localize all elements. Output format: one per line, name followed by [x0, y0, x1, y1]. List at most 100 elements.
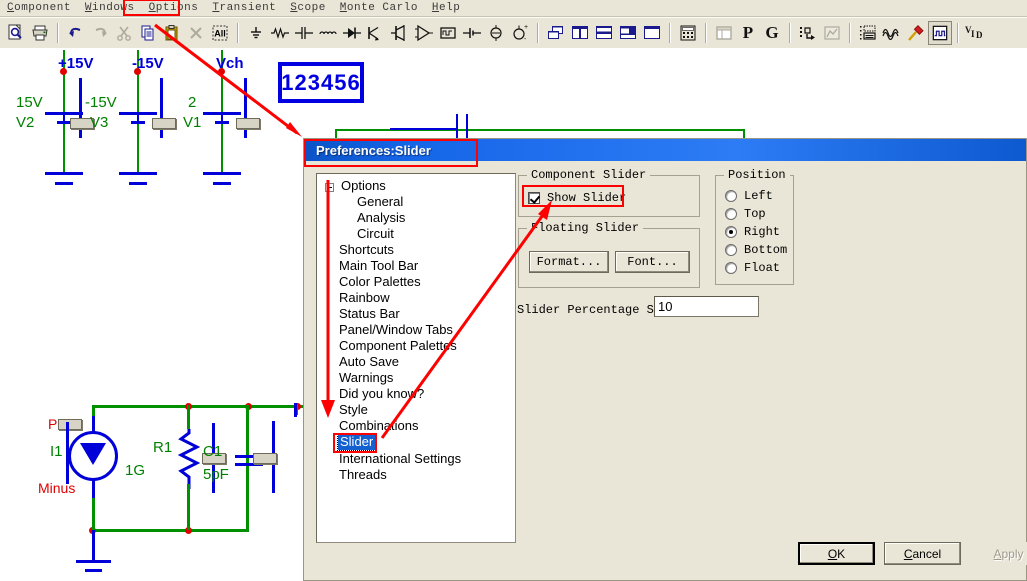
calculator-icon[interactable]: [676, 21, 700, 45]
tree-item-status-bar[interactable]: Status Bar: [339, 306, 400, 322]
tree-item-rainbow[interactable]: Rainbow: [339, 290, 390, 306]
preferences-dialog: Preferences:Slider Options General Analy…: [303, 138, 1027, 581]
cut-icon[interactable]: [112, 21, 136, 45]
i1-ground-stem: [92, 530, 95, 560]
ic-block-icon[interactable]: [436, 21, 460, 45]
i1-slider-handle[interactable]: [58, 419, 82, 430]
tree-item-general[interactable]: General: [357, 194, 403, 210]
tree-item-international-settings[interactable]: International Settings: [339, 451, 461, 467]
paste-icon[interactable]: [160, 21, 184, 45]
tile-horizontal-icon[interactable]: [592, 21, 616, 45]
source2-gnd1: [119, 172, 157, 175]
tree-item-did-you-know[interactable]: Did you know?: [339, 386, 424, 402]
tree-item-combinations[interactable]: Combinations: [339, 418, 419, 434]
r1-lead-top: [187, 405, 190, 429]
plot-icon[interactable]: [820, 21, 844, 45]
floating-slider-legend: Floating Slider: [527, 221, 644, 235]
ground-icon[interactable]: [244, 21, 268, 45]
print-preview-icon[interactable]: [4, 21, 28, 45]
position-legend: Position: [724, 168, 790, 182]
dc-source-icon[interactable]: + -: [508, 21, 532, 45]
cascade-icon[interactable]: [616, 21, 640, 45]
tree-item-analysis[interactable]: Analysis: [357, 210, 405, 226]
menu-item-monte-carlo[interactable]: Monte Carlo: [333, 0, 425, 16]
resistor-icon[interactable]: [268, 21, 292, 45]
tree-item-color-palettes[interactable]: Color Palettes: [339, 274, 421, 290]
position-option-top[interactable]: Top: [725, 207, 766, 221]
undo-icon[interactable]: [64, 21, 88, 45]
menu-item-component[interactable]: CComponentomponent: [0, 0, 78, 16]
select-all-icon[interactable]: All: [208, 21, 232, 45]
position-radio-bottom[interactable]: [725, 244, 737, 256]
tree-item-circuit[interactable]: Circuit: [357, 226, 394, 242]
battery-icon[interactable]: [460, 21, 484, 45]
position-option-left[interactable]: Left: [725, 189, 773, 203]
maximize-icon[interactable]: [640, 21, 664, 45]
redo-icon[interactable]: [88, 21, 112, 45]
tree-expander-options[interactable]: [325, 183, 334, 192]
vid-label-icon[interactable]: VID: [964, 21, 988, 45]
opamp-icon[interactable]: [412, 21, 436, 45]
source3-gnd2: [213, 182, 231, 185]
scope-window-icon[interactable]: [928, 21, 952, 45]
r1-symbol[interactable]: [178, 429, 200, 489]
slider-tree-item-highlight-annotation: [333, 433, 377, 453]
menu-item-transient[interactable]: Transient: [205, 0, 283, 16]
rightmost-slider-handle[interactable]: [253, 453, 277, 464]
tree-item-style[interactable]: Style: [339, 402, 368, 418]
position-option-float[interactable]: Float: [725, 261, 780, 275]
waveform-icon[interactable]: [880, 21, 904, 45]
probe-p-icon[interactable]: P: [736, 21, 760, 45]
position-radio-top[interactable]: [725, 208, 737, 220]
source1-name: V2: [16, 114, 35, 131]
tree-item-main-tool-bar[interactable]: Main Tool Bar: [339, 258, 418, 274]
tile-vertical-icon[interactable]: [568, 21, 592, 45]
panel-icon[interactable]: [712, 21, 736, 45]
tree-item-options[interactable]: Options: [341, 178, 386, 194]
tree-item-panel-window-tabs[interactable]: Panel/Window Tabs: [339, 322, 453, 338]
position-radio-right[interactable]: [725, 226, 737, 238]
slider-percentage-step-input[interactable]: 10: [654, 296, 759, 317]
cancel-button[interactable]: Cancel: [884, 542, 961, 565]
position-radio-float[interactable]: [725, 262, 737, 274]
show-slider-highlight-annotation: [522, 185, 624, 207]
position-option-right[interactable]: Right: [725, 225, 780, 239]
attribute-icon[interactable]: [796, 21, 820, 45]
ok-button[interactable]: OK: [798, 542, 875, 565]
current-source-arrow: [80, 443, 106, 465]
tree-item-auto-save[interactable]: Auto Save: [339, 354, 399, 370]
tile-windows-icon[interactable]: [544, 21, 568, 45]
position-radio-left[interactable]: [725, 190, 737, 202]
inductor-icon[interactable]: [316, 21, 340, 45]
font-button[interactable]: Font...: [615, 251, 690, 273]
menu-item-help[interactable]: Help: [425, 0, 467, 16]
format-button[interactable]: Format...: [529, 251, 609, 273]
position-option-bottom[interactable]: Bottom: [725, 243, 787, 257]
source1-node-label: +15V: [58, 55, 94, 72]
probe-g-icon[interactable]: G: [760, 21, 784, 45]
ac-source-icon[interactable]: [484, 21, 508, 45]
diode-icon[interactable]: [340, 21, 364, 45]
grid-text-icon[interactable]: [856, 21, 880, 45]
menu-item-scope[interactable]: Scope: [283, 0, 333, 16]
tree-item-threads[interactable]: Threads: [339, 467, 387, 483]
i1-ground-bar2: [85, 569, 102, 572]
tree-item-warnings[interactable]: Warnings: [339, 370, 393, 386]
application-window: CComponentomponent Windows Options Trans…: [0, 0, 1027, 581]
tree-item-component-palettes[interactable]: Component Palettes: [339, 338, 457, 354]
copy-icon[interactable]: [136, 21, 160, 45]
preferences-tree[interactable]: Options General Analysis Circuit Shortcu…: [316, 173, 516, 543]
delete-icon[interactable]: [184, 21, 208, 45]
scr-icon[interactable]: [364, 21, 388, 45]
print-icon[interactable]: [28, 21, 52, 45]
capacitor-icon[interactable]: [292, 21, 316, 45]
ok-button-label: OK: [827, 546, 846, 561]
position-label-top: Top: [744, 207, 766, 221]
source2-slider-handle[interactable]: [152, 118, 176, 129]
npn-transistor-icon[interactable]: [388, 21, 412, 45]
tree-item-shortcuts[interactable]: Shortcuts: [339, 242, 394, 258]
source3-slider-track: [244, 78, 247, 138]
source3-slider-handle[interactable]: [236, 118, 260, 129]
probe-tool-icon[interactable]: [904, 21, 928, 45]
source1-bottom-wire: [63, 124, 65, 172]
